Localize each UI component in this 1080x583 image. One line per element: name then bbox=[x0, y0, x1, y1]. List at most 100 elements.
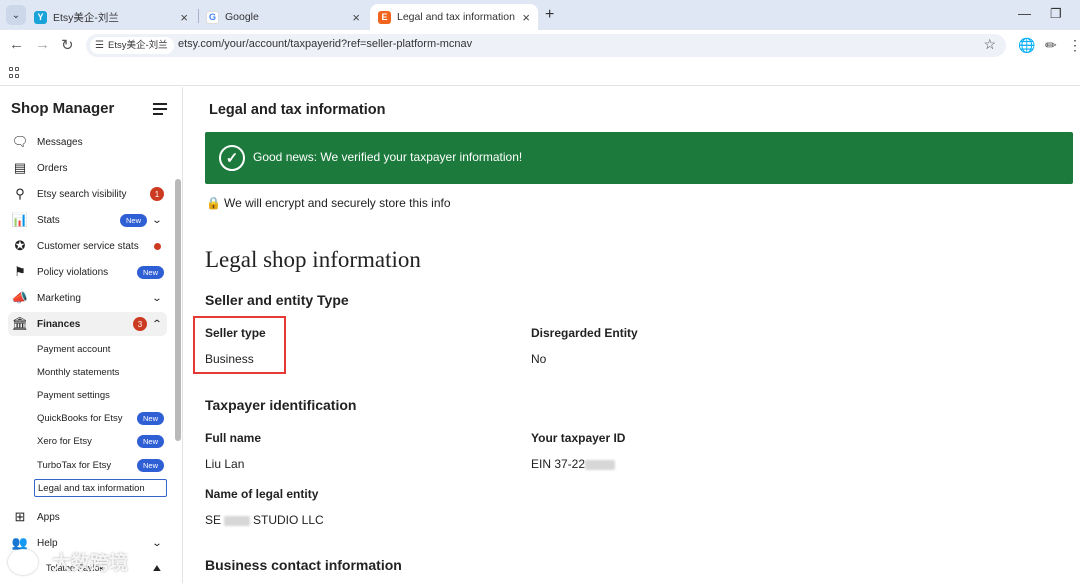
chevron-down-icon[interactable]: ⌄ bbox=[148, 538, 166, 549]
chat-bubble-icon: 🗨 bbox=[11, 134, 29, 149]
sidebar-item-finances[interactable]: 🏛 Finances 3 ⌃ bbox=[8, 312, 167, 336]
etsy-favicon-icon: E bbox=[378, 10, 391, 24]
sidebar-item-search-visibility[interactable]: ⚲ Etsy search visibility 1 bbox=[8, 182, 167, 206]
chevron-down-icon[interactable]: ⌄ bbox=[148, 215, 166, 226]
url-text[interactable]: etsy.com/your/account/taxpayerid?ref=sel… bbox=[178, 38, 472, 50]
full-name-label: Full name bbox=[205, 431, 262, 445]
chevron-up-icon[interactable]: ▲ bbox=[148, 563, 166, 574]
back-icon[interactable]: ← bbox=[9, 36, 24, 53]
new-badge: New bbox=[119, 213, 147, 227]
sidebar-subitem-monthly-statements[interactable]: Monthly statements bbox=[34, 362, 167, 382]
sidebar-item-label: Messages bbox=[37, 136, 83, 148]
sidebar-item-label: Orders bbox=[37, 162, 68, 174]
sidebar-scrollbar[interactable] bbox=[175, 179, 181, 441]
sidebar-item-label: Stats bbox=[37, 214, 60, 226]
receipt-icon: ▤ bbox=[13, 160, 27, 175]
chevron-down-icon[interactable]: ⌄ bbox=[148, 293, 166, 304]
legal-entity-prefix: SE bbox=[205, 513, 222, 527]
bookmarks-bar bbox=[0, 61, 1080, 86]
sidebar-item-label: Etsy search visibility bbox=[37, 188, 127, 200]
sidebar-title: Shop Manager bbox=[11, 100, 115, 117]
page-title: Legal and tax information bbox=[209, 102, 386, 118]
tab-title: Etsy美企-刘兰 bbox=[53, 11, 119, 24]
tab-title: Legal and tax information - E bbox=[397, 11, 516, 23]
watermark-logo bbox=[8, 549, 38, 575]
sidebar-subitem-quickbooks[interactable]: QuickBooks for Etsy New bbox=[34, 408, 167, 428]
subitem-label: Monthly statements bbox=[37, 366, 120, 378]
seller-type-label: Seller type bbox=[205, 326, 266, 340]
sidebar-item-label: Policy violations bbox=[37, 266, 109, 278]
sidebar-item-label: Customer service stats bbox=[37, 240, 139, 252]
restore-icon[interactable]: ❐ bbox=[1050, 6, 1062, 22]
tab-search-icon[interactable]: ⌄ bbox=[6, 5, 26, 25]
taxpayer-id-label: Your taxpayer ID bbox=[531, 431, 626, 445]
subitem-label: Xero for Etsy bbox=[37, 435, 92, 447]
sidebar-item-apps[interactable]: ⊞ Apps bbox=[8, 505, 167, 529]
legal-shop-heading: Legal shop information bbox=[205, 247, 421, 272]
apps-grid-icon[interactable] bbox=[9, 67, 20, 78]
legal-entity-suffix: STUDIO LLC bbox=[253, 513, 324, 527]
subitem-label: TurboTax for Etsy bbox=[37, 459, 112, 471]
new-badge: New bbox=[136, 434, 164, 448]
sidebar-subitem-xero[interactable]: Xero for Etsy New bbox=[34, 431, 167, 451]
subitem-label: Legal and tax information bbox=[38, 482, 145, 494]
close-icon[interactable]: × bbox=[352, 10, 360, 25]
sidebar-subitem-turbotax[interactable]: TurboTax for Etsy New bbox=[34, 455, 167, 475]
sidebar-subitem-legal-tax-info[interactable]: Legal and tax information bbox=[34, 479, 167, 497]
sidebar-item-stats[interactable]: 📊 Stats New ⌄ bbox=[8, 208, 167, 232]
sidebar-item-label: Marketing bbox=[37, 292, 81, 304]
site-info-chip[interactable]: ☰ Etsy美企-刘兰 bbox=[90, 37, 174, 54]
tab-favicon-icon: Y bbox=[34, 10, 47, 24]
sidebar-item-customer-service-stats[interactable]: ✪ Customer service stats bbox=[8, 234, 167, 258]
sidebar-item-label: Help bbox=[37, 537, 58, 549]
full-name-value: Liu Lan bbox=[205, 457, 245, 471]
new-tab-icon[interactable]: + bbox=[545, 6, 554, 24]
sidebar-item-policy-violations[interactable]: ⚑ Policy violations New bbox=[8, 260, 167, 284]
bank-icon: 🏛 bbox=[11, 316, 29, 331]
sidebar-item-marketing[interactable]: 📣 Marketing ⌄ bbox=[8, 286, 167, 310]
flag-icon: ⚑ bbox=[14, 264, 26, 279]
main-content: Legal and tax information ✓ Good news: W… bbox=[184, 87, 1080, 583]
subitem-label: Payment settings bbox=[37, 389, 110, 401]
star-badge-icon: ✪ bbox=[14, 238, 26, 253]
disregarded-entity-label: Disregarded Entity bbox=[531, 326, 638, 340]
sidebar-item-orders[interactable]: ▤ Orders bbox=[8, 156, 167, 180]
checkmark-icon: ✓ bbox=[219, 145, 245, 171]
seller-entity-heading: Seller and entity Type bbox=[205, 292, 349, 308]
taxpayer-id-visible: EIN 37-22 bbox=[531, 457, 586, 471]
browser-tab-strip: ⌄ Y Etsy美企-刘兰 × G Google × E Legal and t… bbox=[0, 0, 1080, 30]
banner-message: Good news: We verified your taxpayer inf… bbox=[253, 150, 523, 164]
shop-manager-sidebar: Shop Manager 🗨 Messages ▤ Orders ⚲ Etsy … bbox=[0, 87, 183, 583]
close-icon[interactable]: × bbox=[180, 10, 188, 25]
tab-title: Google bbox=[225, 11, 259, 23]
browser-toolbar: ← → ↻ ☰ Etsy美企-刘兰 etsy.com/your/account/… bbox=[0, 30, 1080, 61]
bookmark-star-icon[interactable]: ☆ bbox=[983, 36, 996, 53]
extensions-icon[interactable]: ✏ bbox=[1045, 37, 1057, 54]
more-icon[interactable]: ⋮ bbox=[1068, 37, 1080, 54]
address-bar[interactable]: ☰ Etsy美企-刘兰 etsy.com/your/account/taxpay… bbox=[86, 34, 1006, 57]
notification-count-badge: 3 bbox=[133, 317, 147, 331]
site-chip-label: Etsy美企-刘兰 bbox=[108, 40, 168, 51]
browser-tab[interactable]: Y Etsy美企-刘兰 × bbox=[26, 4, 196, 30]
search-icon: ⚲ bbox=[15, 186, 25, 201]
watermark-text: 大数跨境 bbox=[52, 553, 129, 574]
legal-entity-value: SE STUDIO LLC bbox=[205, 513, 324, 527]
google-favicon-icon: G bbox=[206, 10, 219, 24]
browser-tab[interactable]: G Google × bbox=[198, 4, 368, 30]
chevron-up-icon[interactable]: ⌃ bbox=[148, 319, 166, 330]
sidebar-subitem-payment-account[interactable]: Payment account bbox=[34, 339, 167, 359]
close-icon[interactable]: × bbox=[522, 10, 530, 25]
sidebar-subitem-payment-settings[interactable]: Payment settings bbox=[34, 385, 167, 405]
new-badge: New bbox=[136, 458, 164, 472]
reload-icon[interactable]: ↻ bbox=[61, 36, 74, 54]
forward-icon[interactable]: → bbox=[35, 36, 50, 53]
sidebar-item-messages[interactable]: 🗨 Messages bbox=[8, 130, 167, 154]
hamburger-menu-icon[interactable] bbox=[153, 103, 167, 115]
browser-tab-active[interactable]: E Legal and tax information - E × bbox=[370, 4, 538, 30]
business-contact-heading: Business contact information bbox=[205, 557, 402, 573]
megaphone-icon: 📣 bbox=[11, 290, 29, 305]
minimize-icon[interactable]: — bbox=[1018, 6, 1031, 21]
globe-icon[interactable]: 🌐 bbox=[1018, 37, 1035, 54]
grid-icon: ⊞ bbox=[14, 509, 26, 524]
encrypt-note-text: We will encrypt and securely store this … bbox=[223, 196, 451, 210]
